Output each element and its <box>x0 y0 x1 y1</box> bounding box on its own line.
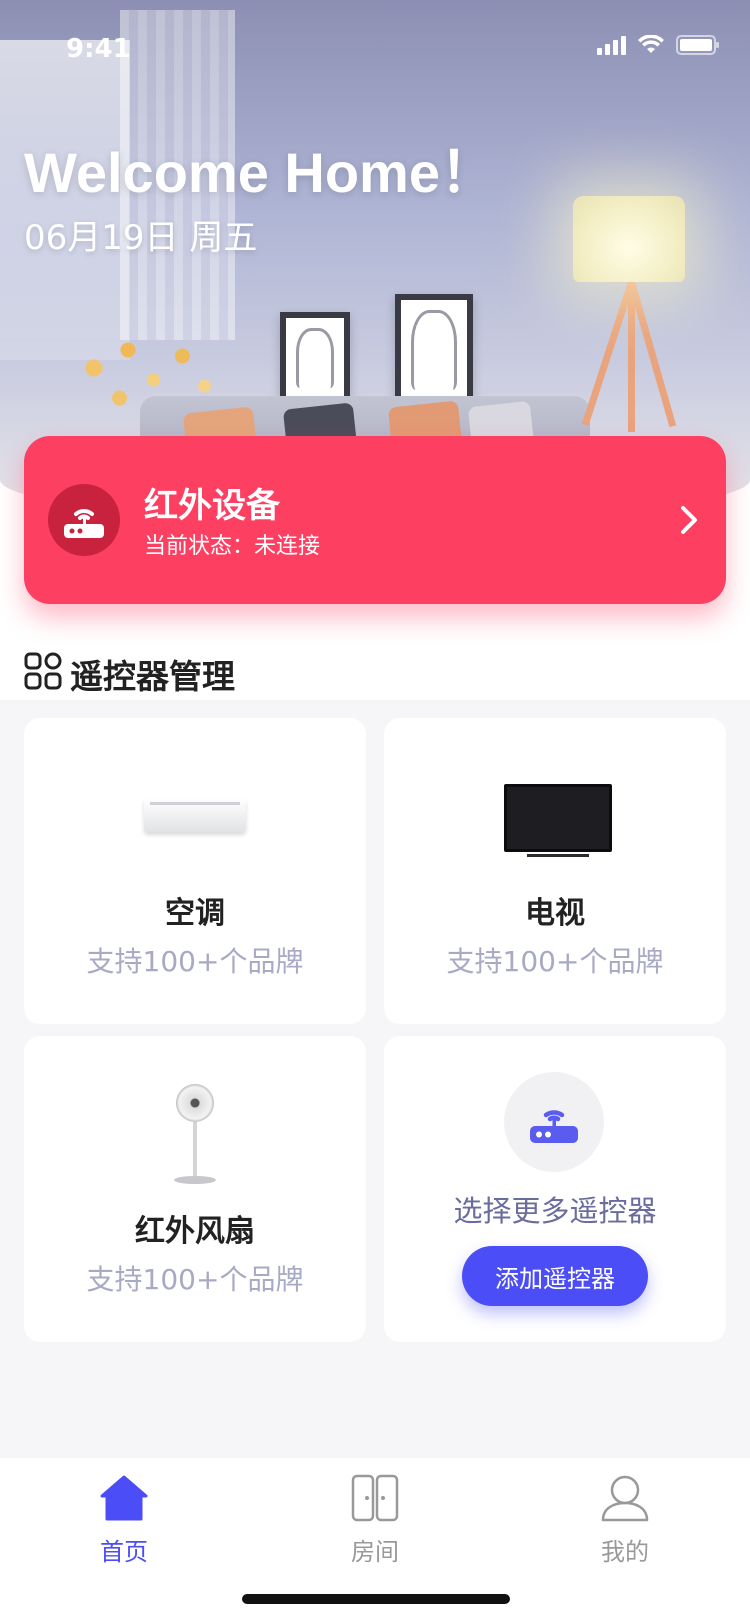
remote-card-fan[interactable]: 红外风扇 支持100+个品牌 <box>24 1036 366 1342</box>
remote-card-air-conditioner[interactable]: 空调 支持100+个品牌 <box>24 718 366 1024</box>
user-icon <box>601 1475 649 1522</box>
tv-icon <box>504 784 612 857</box>
fan-base <box>174 1176 216 1184</box>
remote-name: 红外风扇 <box>135 1214 255 1249</box>
ir-device-card[interactable]: 红外设备 当前状态：未连接 <box>24 436 726 604</box>
fan-pole <box>193 1122 197 1178</box>
status-time: 9:41 <box>66 34 131 64</box>
tab-me[interactable]: 我的 <box>565 1474 685 1567</box>
tab-room[interactable]: 房间 <box>315 1474 435 1567</box>
welcome-title: Welcome Home！ <box>24 141 496 204</box>
home-icon <box>100 1475 148 1521</box>
add-remote-button[interactable]: 添加遥控器 <box>462 1246 648 1306</box>
chevron-right-icon <box>681 506 697 534</box>
status-bar: 9:41 <box>0 0 750 100</box>
tab-label: 首页 <box>100 1538 148 1566</box>
more-remotes-card: 选择更多遥控器 添加遥控器 <box>384 1036 726 1342</box>
tab-label: 房间 <box>351 1538 399 1566</box>
home-indicator <box>242 1594 510 1604</box>
fan-icon <box>176 1084 214 1122</box>
date-label: 06月19日 周五 <box>24 218 258 258</box>
remote-card-tv[interactable]: 电视 支持100+个品牌 <box>384 718 726 1024</box>
status-icons <box>597 34 720 56</box>
router-icon <box>48 484 120 556</box>
remote-brands: 支持100+个品牌 <box>86 945 304 978</box>
wall-frame <box>280 312 350 404</box>
ir-device-status: 当前状态：未连接 <box>144 534 321 559</box>
wifi-icon <box>638 35 664 53</box>
remote-brands: 支持100+个品牌 <box>446 945 664 978</box>
door-icon <box>351 1474 399 1522</box>
router-icon <box>504 1072 604 1172</box>
battery-icon <box>676 35 719 55</box>
remote-brands: 支持100+个品牌 <box>86 1263 304 1296</box>
wall-frame <box>395 294 473 406</box>
signal-icon <box>597 35 626 55</box>
section-title: 遥控器管理 <box>70 657 235 696</box>
lamp-leg <box>628 282 635 432</box>
more-remotes-text: 选择更多遥控器 <box>453 1194 657 1228</box>
air-conditioner-icon <box>144 798 246 832</box>
apps-icon <box>24 652 62 690</box>
lamp-leg <box>581 280 635 426</box>
lamp-leg <box>628 281 677 428</box>
floor-lamp <box>573 196 685 282</box>
tab-label: 我的 <box>601 1538 649 1566</box>
tab-home[interactable]: 首页 <box>64 1474 184 1567</box>
ir-device-title: 红外设备 <box>144 486 280 526</box>
remote-name: 空调 <box>165 896 225 931</box>
remote-name: 电视 <box>525 896 585 931</box>
